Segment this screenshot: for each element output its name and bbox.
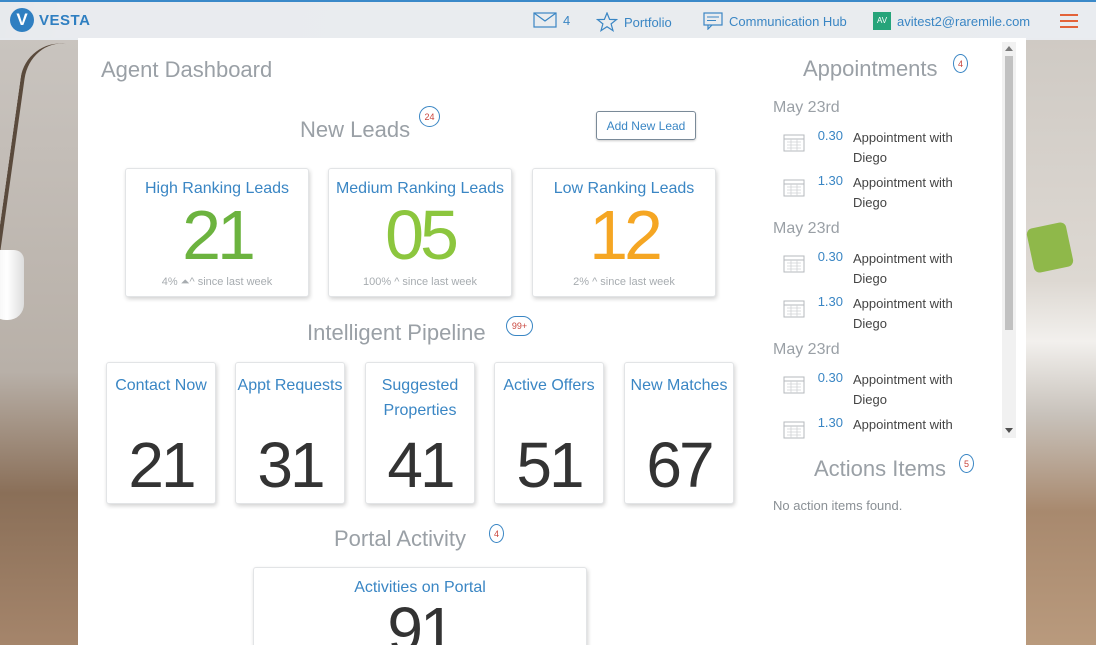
appointment-desc: Appointment with Diego (853, 175, 953, 210)
card-value: 41 (387, 429, 455, 501)
calendar-icon (783, 376, 805, 394)
card-value: 31 (257, 429, 325, 501)
chat-icon (703, 12, 723, 30)
low-ranking-leads-card[interactable]: Low Ranking Leads 12 2% ^ since last wee… (532, 168, 716, 297)
hamburger-menu-icon[interactable] (1060, 14, 1078, 30)
appointment-time: 1.30 (817, 415, 843, 430)
new-leads-badge: 24 (419, 106, 440, 127)
appointment-date: May 23rd (773, 341, 840, 358)
appt-requests-card[interactable]: Appt Requests 31 (235, 362, 345, 504)
user-email: avitest2@raremile.com (897, 13, 1031, 29)
appointment-desc: Appointment with Diego (853, 130, 953, 165)
appointment-time: 1.30 (817, 294, 843, 309)
background-right (1026, 38, 1096, 645)
actions-items-badge: 5 (959, 454, 974, 473)
appointment-item[interactable]: 0.30 Appointment with Diego (783, 249, 1003, 289)
appointment-time: 1.30 (817, 173, 843, 188)
envelope-icon (533, 12, 557, 28)
card-subtext: 4% ⏶^ since last week (161, 276, 273, 288)
card-value: 05 (385, 196, 459, 274)
card-value: 91 (387, 594, 455, 645)
intelligent-pipeline-badge: 99+ (506, 316, 533, 336)
scroll-up-arrow-icon[interactable] (1005, 46, 1013, 51)
portfolio-label: Portfolio (624, 14, 672, 30)
no-actions-message: No action items found. (773, 498, 903, 513)
high-ranking-leads-card[interactable]: High Ranking Leads 21 4% ⏶^ since last w… (125, 168, 309, 297)
appointments-scrollbar[interactable] (1002, 42, 1016, 438)
card-value: 21 (182, 196, 256, 274)
scrollbar-thumb[interactable] (1005, 56, 1013, 330)
mail-nav[interactable]: 4 (533, 12, 570, 28)
medium-ranking-leads-card[interactable]: Medium Ranking Leads 05 100% ^ since las… (328, 168, 512, 297)
card-label: Active Offers (503, 377, 595, 394)
portal-activity-title: Portal Activity (334, 526, 467, 551)
intelligent-pipeline-title: Intelligent Pipeline (307, 320, 486, 345)
new-matches-card[interactable]: New Matches 67 (624, 362, 734, 504)
portal-activity-badge: 4 (489, 524, 504, 543)
appointment-time: 0.30 (817, 249, 843, 264)
appointment-item[interactable]: 1.30 Appointment with Diego (783, 173, 1003, 213)
appointment-time: 0.30 (817, 370, 843, 385)
appointment-desc: Appointment with (853, 417, 953, 432)
actions-items-title: Actions Items (814, 456, 947, 481)
appointments-title: Appointments (803, 56, 938, 81)
vesta-logo[interactable]: V VESTA (10, 8, 90, 32)
active-offers-card[interactable]: Active Offers 51 (494, 362, 604, 504)
appointment-item[interactable]: 1.30 Appointment with (783, 415, 1003, 439)
calendar-icon (783, 300, 805, 318)
calendar-icon (783, 255, 805, 273)
add-new-lead-button[interactable]: Add New Lead (596, 111, 696, 140)
card-value: 12 (589, 196, 663, 274)
card-label: Contact Now (115, 377, 207, 394)
scroll-down-arrow-icon[interactable] (1005, 428, 1013, 433)
appointment-desc: Appointment with Diego (853, 251, 953, 286)
card-value: 51 (516, 429, 584, 501)
card-label: Suggested Properties (381, 377, 459, 419)
appointment-desc: Appointment with Diego (853, 372, 953, 407)
appointment-date: May 23rd (773, 99, 840, 116)
new-leads-title: New Leads (300, 117, 411, 142)
appointment-time: 0.30 (817, 128, 843, 143)
appointment-desc: Appointment with Diego (853, 296, 953, 331)
card-subtext: 2% ^ since last week (573, 276, 675, 288)
contact-now-card[interactable]: Contact Now 21 (106, 362, 216, 504)
calendar-icon (783, 421, 805, 439)
logo-text: VESTA (39, 11, 91, 29)
card-label: New Matches (630, 377, 728, 394)
activities-on-portal-card[interactable]: Activities on Portal 91 (253, 567, 587, 645)
calendar-icon (783, 179, 805, 197)
portfolio-nav[interactable]: Portfolio (596, 12, 672, 32)
card-subtext: 100% ^ since last week (363, 276, 477, 288)
suggested-properties-card[interactable]: Suggested Properties 41 (365, 362, 475, 504)
appointments-badge: 4 (953, 54, 968, 73)
communication-hub-nav[interactable]: Communication Hub (703, 12, 847, 30)
dashboard-panel: Agent Dashboard New Leads 24 Add New Lea… (78, 38, 1026, 645)
star-icon (596, 12, 618, 32)
user-menu[interactable]: AV avitest2@raremile.com (873, 12, 1030, 30)
avatar: AV (873, 12, 891, 30)
appointment-item[interactable]: 0.30 Appointment with Diego (783, 370, 1003, 410)
card-label: Appt Requests (237, 377, 343, 394)
appointment-item[interactable]: 1.30 Appointment with Diego (783, 294, 1003, 334)
background-vase (0, 250, 24, 320)
appointment-date: May 23rd (773, 220, 840, 237)
mail-count: 4 (563, 12, 571, 28)
logo-mark-icon: V (10, 8, 34, 32)
card-value: 21 (128, 429, 196, 501)
top-nav: V VESTA 4 Portfolio Communication Hub AV… (0, 0, 1096, 40)
calendar-icon (783, 134, 805, 152)
card-value: 67 (646, 429, 714, 501)
communication-hub-label: Communication Hub (729, 13, 847, 29)
appointment-item[interactable]: 0.30 Appointment with Diego (783, 128, 1003, 168)
page-title: Agent Dashboard (101, 57, 273, 82)
